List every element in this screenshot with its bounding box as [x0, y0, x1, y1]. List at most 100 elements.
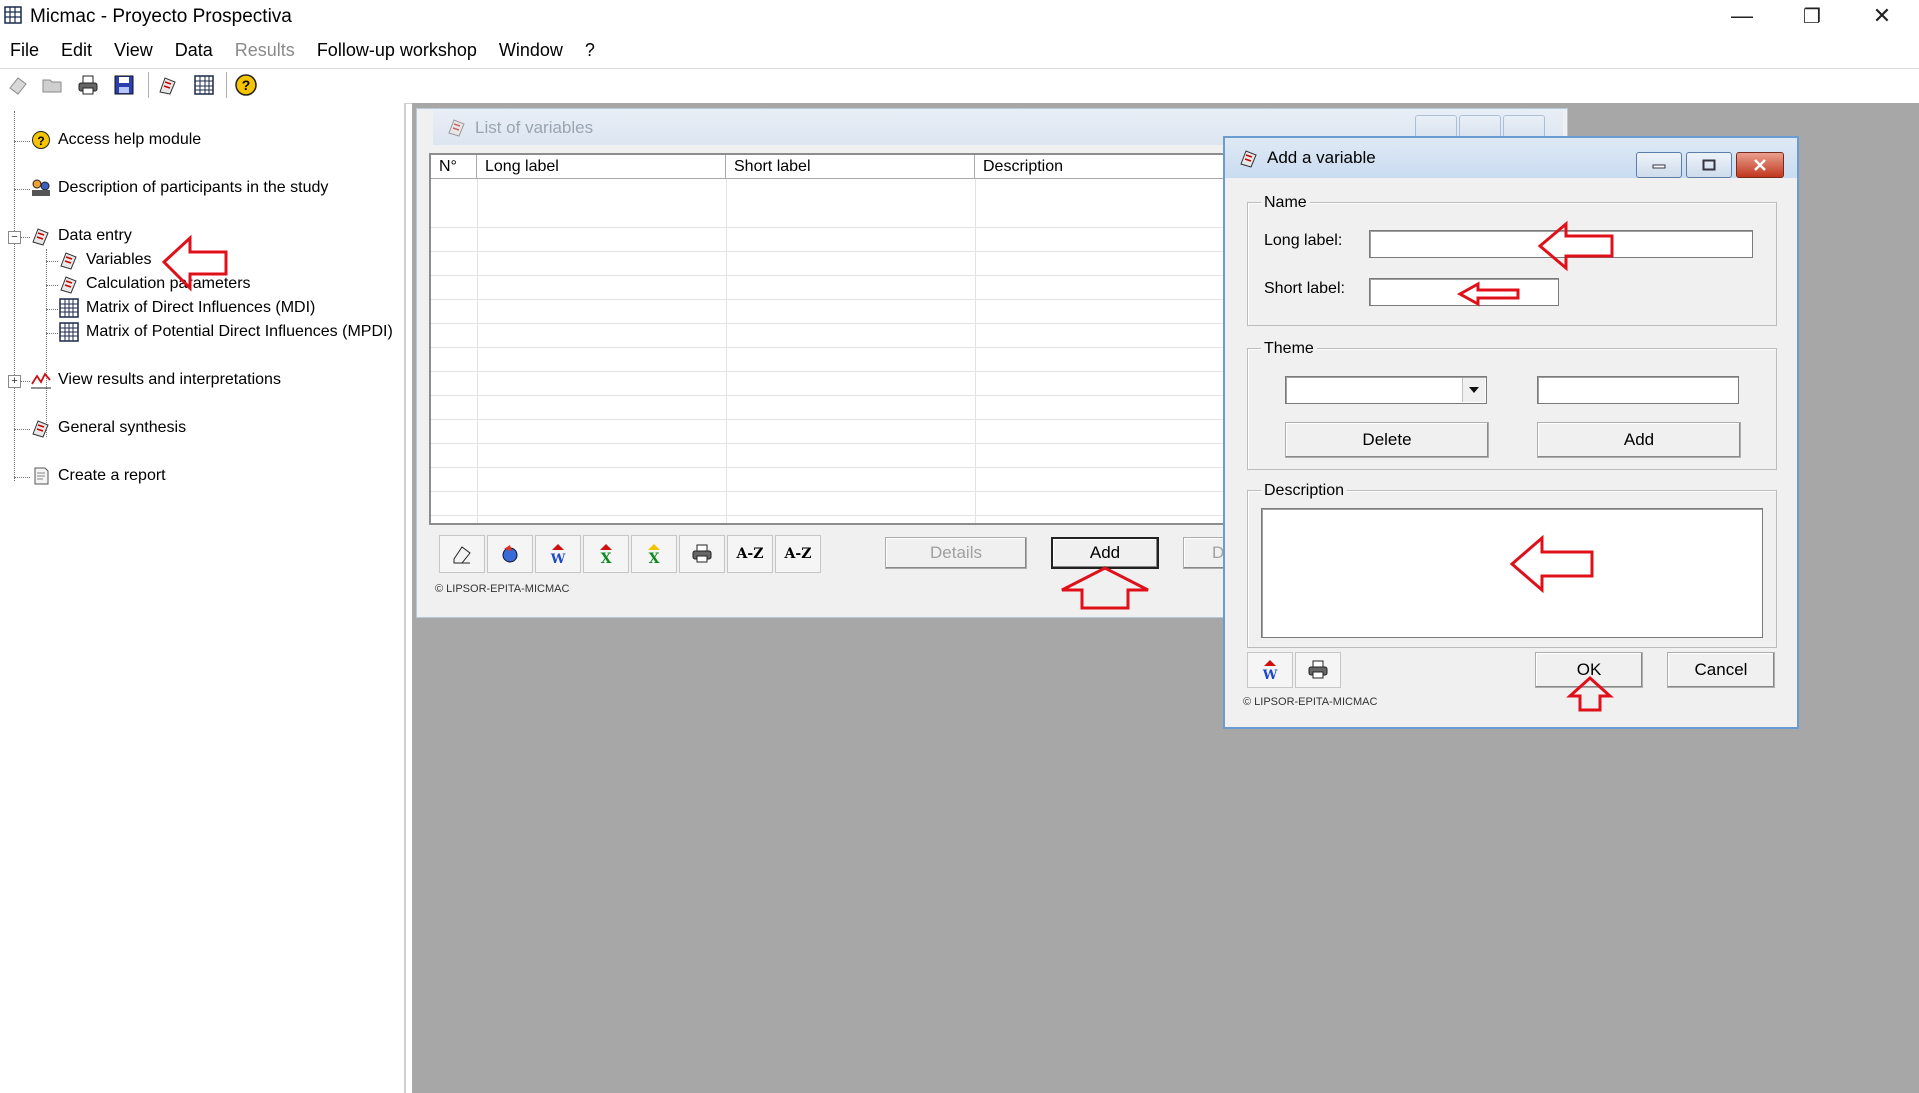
- variables-icon: [1239, 148, 1259, 173]
- table-row[interactable]: [431, 347, 1291, 372]
- open-icon[interactable]: [38, 72, 66, 98]
- details-button[interactable]: Details: [885, 537, 1027, 569]
- variables-icon: [58, 249, 80, 271]
- table-row[interactable]: [431, 323, 1291, 348]
- menu-data[interactable]: Data: [164, 36, 224, 64]
- eraser-icon: [453, 546, 471, 564]
- dialog-maximize-button[interactable]: [1686, 152, 1732, 178]
- save-icon[interactable]: [110, 72, 138, 98]
- excel-export-button[interactable]: X: [583, 535, 629, 573]
- title-bar: Micmac - Proyecto Prospectiva — ❐ ✕: [0, 0, 1919, 32]
- theme-select[interactable]: [1285, 376, 1487, 404]
- table-row[interactable]: [431, 227, 1291, 252]
- name-group-label: Name: [1261, 194, 1310, 212]
- tree-item-general-synthesis[interactable]: General synthesis: [30, 417, 186, 439]
- tree-item-label: Matrix of Direct Influences (MDI): [86, 299, 316, 316]
- synthesis-icon: [30, 417, 52, 439]
- excel-import-button[interactable]: X: [631, 535, 677, 573]
- table-row[interactable]: [431, 395, 1291, 420]
- tree-item-participants[interactable]: Description of participants in the study: [30, 177, 328, 199]
- sort-a-z-short-button[interactable]: A-Z: [775, 535, 821, 573]
- toolbar-separator: [148, 72, 149, 98]
- restore-button[interactable]: ❐: [1777, 0, 1847, 32]
- tree-item-label: Access help module: [58, 131, 202, 148]
- menu-file[interactable]: File: [0, 36, 50, 64]
- print-button[interactable]: [1295, 652, 1341, 688]
- tree-item-variables[interactable]: Variables: [58, 249, 152, 271]
- menu-follow-up-workshop[interactable]: Follow-up workshop: [306, 36, 488, 64]
- tree-item-label: Create a report: [58, 467, 166, 484]
- tree-item-mpdi[interactable]: Matrix of Potential Direct Influences (M…: [58, 321, 393, 343]
- cancel-button[interactable]: Cancel: [1667, 652, 1775, 688]
- table-row[interactable]: [431, 251, 1291, 276]
- annotation-arrow-icon: [1509, 534, 1594, 594]
- variables-icon[interactable]: [154, 72, 182, 98]
- dialog-minimize-button[interactable]: [1636, 152, 1682, 178]
- matrix-icon[interactable]: [190, 72, 218, 98]
- column-header-long-label[interactable]: Long label: [477, 155, 726, 179]
- menu-edit[interactable]: Edit: [50, 36, 103, 64]
- refresh-icon: [502, 545, 518, 563]
- close-button[interactable]: ✕: [1847, 0, 1917, 32]
- table-row[interactable]: [431, 371, 1291, 396]
- word-export-button[interactable]: W: [535, 535, 581, 573]
- table-row[interactable]: [431, 203, 1291, 228]
- menu-window[interactable]: Window: [488, 36, 574, 64]
- table-row[interactable]: [431, 419, 1291, 444]
- svg-text:?: ?: [242, 77, 251, 93]
- minimize-icon: [1652, 164, 1666, 169]
- expand-toggle[interactable]: +: [8, 375, 21, 388]
- svg-text:X: X: [601, 551, 612, 566]
- collapse-toggle[interactable]: −: [8, 231, 21, 244]
- close-icon: [1754, 159, 1766, 171]
- eraser-button[interactable]: [439, 535, 485, 573]
- new-theme-input[interactable]: [1537, 376, 1739, 404]
- table-row[interactable]: [431, 467, 1291, 492]
- tree-item-view-results[interactable]: View results and interpretations: [30, 369, 281, 391]
- variables-grid[interactable]: N° Long label Short label Description: [429, 153, 1293, 525]
- word-export-button[interactable]: W: [1247, 652, 1293, 688]
- new-icon[interactable]: [4, 72, 32, 98]
- menu-view[interactable]: View: [103, 36, 164, 64]
- word-export-icon: W: [1262, 660, 1278, 682]
- chevron-down-icon[interactable]: [1462, 378, 1485, 402]
- theme-group-label: Theme: [1261, 340, 1317, 358]
- minimize-button[interactable]: —: [1707, 0, 1777, 32]
- column-header-number[interactable]: N°: [431, 155, 477, 179]
- window-title: Micmac - Proyecto Prospectiva: [30, 6, 292, 27]
- print-icon: [692, 544, 712, 563]
- tree-item-label: Matrix of Potential Direct Influences (M…: [86, 323, 393, 340]
- delete-theme-button[interactable]: Delete: [1285, 422, 1489, 458]
- dialog-close-button[interactable]: [1736, 152, 1784, 178]
- table-row[interactable]: [431, 299, 1291, 324]
- tree-item-data-entry[interactable]: Data entry: [30, 225, 132, 247]
- menu-results[interactable]: Results: [224, 36, 306, 64]
- tree-item-mdi[interactable]: Matrix of Direct Influences (MDI): [58, 297, 315, 319]
- table-row[interactable]: [431, 275, 1291, 300]
- excel-export-icon: X: [600, 544, 612, 566]
- app-icon: [4, 6, 22, 29]
- column-header-short-label[interactable]: Short label: [726, 155, 975, 179]
- print-button[interactable]: [679, 535, 725, 573]
- print-icon: [1308, 660, 1328, 679]
- maximize-icon: [1702, 159, 1716, 171]
- svg-text:W: W: [550, 552, 566, 566]
- sort-a-z-button[interactable]: A-Z: [727, 535, 773, 573]
- help-icon[interactable]: ?: [232, 72, 260, 98]
- refresh-button[interactable]: [487, 535, 533, 573]
- help-icon: ?: [30, 129, 52, 151]
- menu-help[interactable]: ?: [574, 36, 606, 64]
- add-theme-button[interactable]: Add: [1537, 422, 1741, 458]
- tree-item-label: Variables: [86, 251, 152, 268]
- report-icon: [30, 465, 52, 487]
- tree-item-create-report[interactable]: Create a report: [30, 465, 166, 487]
- print-icon[interactable]: [74, 72, 102, 98]
- svg-text:W: W: [1262, 668, 1278, 682]
- table-row[interactable]: [431, 491, 1291, 516]
- annotation-arrow-icon: [1456, 281, 1520, 307]
- short-label-label: Short label:: [1264, 280, 1345, 297]
- description-group-label: Description: [1261, 482, 1348, 500]
- tree-item-access-help[interactable]: ? Access help module: [30, 129, 201, 151]
- variables-icon: [447, 117, 467, 142]
- table-row[interactable]: [431, 443, 1291, 468]
